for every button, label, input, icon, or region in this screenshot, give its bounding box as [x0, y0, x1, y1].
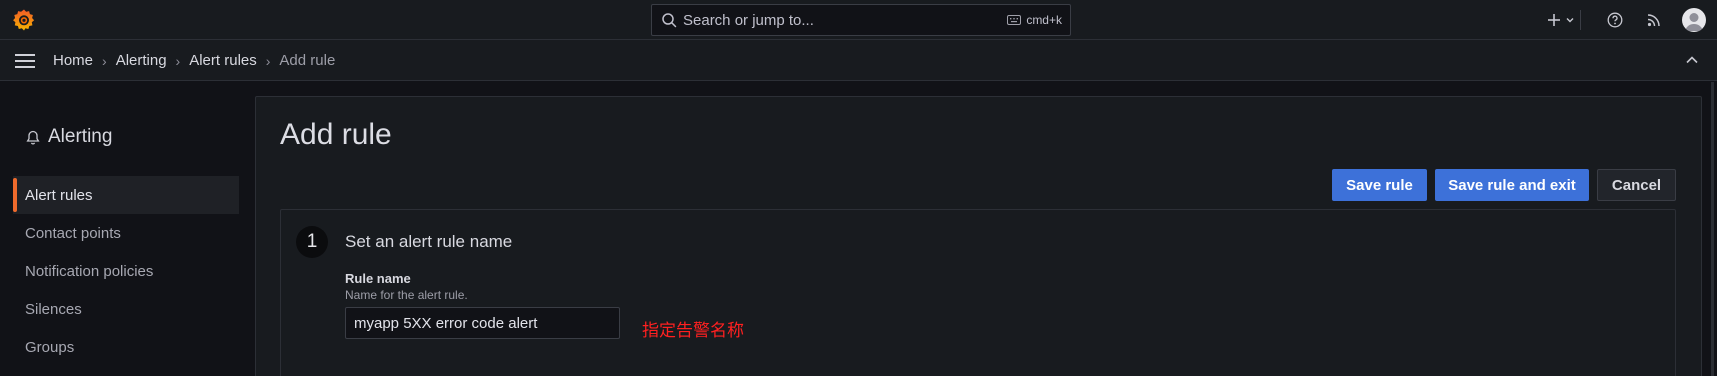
help-button[interactable] [1607, 8, 1623, 32]
breadcrumb-alert-rules[interactable]: Alert rules [189, 52, 257, 69]
divider [1580, 10, 1581, 30]
save-and-exit-button[interactable]: Save rule and exit [1435, 169, 1589, 201]
step-number: 1 [296, 226, 328, 258]
section-title: Alerting [26, 126, 112, 148]
sidebar-nav: Alert rules Contact points Notification … [13, 176, 239, 366]
breadcrumb: Home › Alerting › Alert rules › Add rule [53, 40, 335, 81]
breadcrumb-separator: › [265, 52, 271, 69]
cancel-button[interactable]: Cancel [1597, 169, 1676, 201]
rule-name-label: Rule name [345, 271, 411, 286]
breadcrumb-separator: › [175, 52, 181, 69]
sidebar-item-silences[interactable]: Silences [13, 290, 239, 328]
scrollbar[interactable] [1711, 82, 1714, 376]
grafana-logo-icon[interactable] [12, 8, 36, 32]
section-heading: Set an alert rule name [345, 232, 513, 251]
plus-icon [1548, 14, 1560, 26]
user-avatar-icon [1685, 13, 1703, 31]
avatar[interactable] [1682, 8, 1706, 32]
section-title-label: Alerting [48, 126, 113, 147]
breadcrumb-home[interactable]: Home [53, 52, 93, 69]
rule-name-input[interactable]: myapp 5XX error code alert [345, 307, 620, 339]
shortcut-hint: cmd+k [1007, 13, 1062, 27]
search-placeholder: Search or jump to... [683, 11, 814, 29]
search-input[interactable]: Search or jump to... cmd+k [651, 4, 1071, 36]
page-title: Add rule [280, 118, 392, 151]
chevron-down-icon [1566, 18, 1574, 23]
new-menu-button[interactable] [1547, 8, 1575, 32]
keyboard-icon [1007, 15, 1022, 25]
sidebar-item-groups[interactable]: Groups [13, 328, 239, 366]
save-button[interactable]: Save rule [1332, 169, 1427, 201]
breadcrumb-separator: › [102, 52, 107, 69]
news-button[interactable] [1647, 8, 1661, 32]
sidebar-item-notification-policies[interactable]: Notification policies [13, 252, 239, 290]
search-icon [662, 13, 677, 28]
rule-name-description: Name for the alert rule. [345, 288, 468, 302]
sidebar-item-alert-rules[interactable]: Alert rules [13, 176, 239, 214]
shortcut-label: cmd+k [1026, 13, 1062, 27]
bell-icon [26, 130, 40, 144]
breadcrumb-alerting[interactable]: Alerting [116, 52, 167, 69]
top-bar: Search or jump to... cmd+k [0, 0, 1717, 40]
sidebar-item-contact-points[interactable]: Contact points [13, 214, 239, 252]
annotation-text: 指定告警名称 [642, 321, 744, 341]
rss-icon [1647, 14, 1660, 27]
breadcrumb-current: Add rule [279, 52, 336, 69]
menu-icon[interactable] [14, 53, 36, 69]
chevron-up-icon[interactable] [1684, 52, 1700, 68]
help-icon [1607, 12, 1623, 28]
breadcrumb-bar: Home › Alerting › Alert rules › Add rule [0, 40, 1717, 81]
